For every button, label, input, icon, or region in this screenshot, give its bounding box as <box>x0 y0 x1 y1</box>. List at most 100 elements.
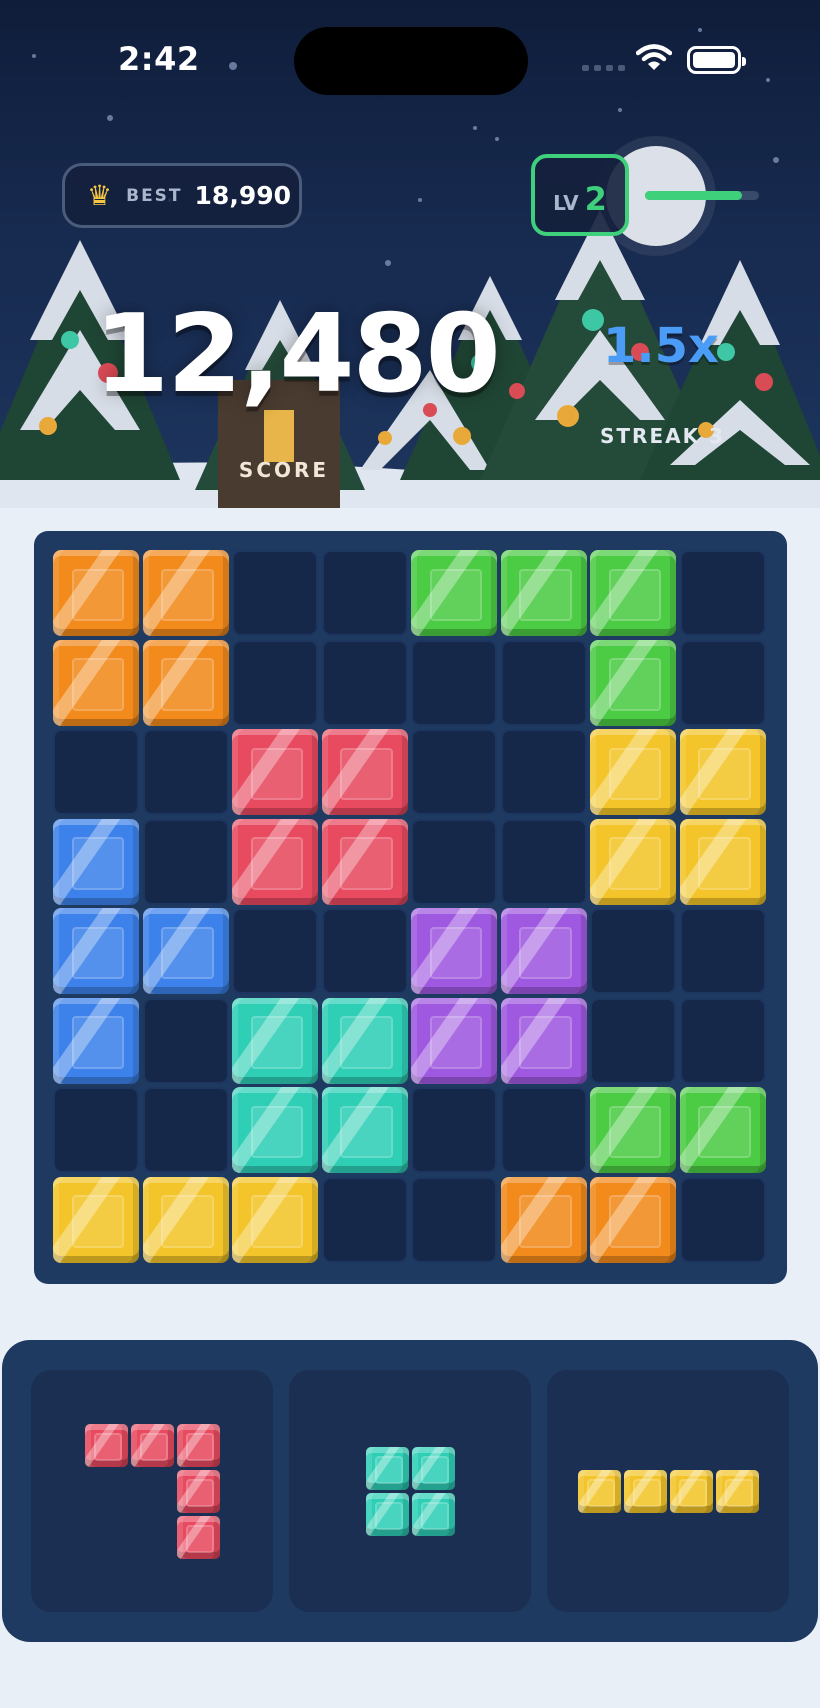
status-time: 2:42 <box>118 40 200 78</box>
yellow-line-piece[interactable] <box>577 1469 759 1513</box>
board-cell-empty <box>500 729 587 815</box>
board-block-yellow <box>142 1176 229 1263</box>
level-progress-fill <box>645 191 742 200</box>
board-block-red <box>321 818 408 905</box>
piece-block <box>176 1469 220 1513</box>
board-block-purple <box>500 908 587 994</box>
board-block-orange <box>53 639 139 726</box>
board-cell-empty <box>500 818 587 905</box>
board-block-blue <box>53 818 139 905</box>
board-cell-empty <box>232 550 318 636</box>
combo-multiplier: 1.5x <box>603 318 719 374</box>
board-block-purple <box>411 997 497 1084</box>
board-cell-empty <box>411 1176 497 1263</box>
board-cell-empty <box>411 729 497 815</box>
board-block-orange <box>590 1176 676 1263</box>
crown-icon: ♛ <box>87 179 113 212</box>
header-scene: 2:42 ♛ BEST 18,990 LV 2 12,480 SCORE 1.5… <box>0 0 820 508</box>
piece-slot-1[interactable] <box>31 1370 273 1612</box>
piece-block <box>715 1469 759 1513</box>
piece-block <box>411 1446 455 1490</box>
piece-block <box>84 1423 128 1467</box>
score-label: SCORE <box>238 458 330 482</box>
board-block-red <box>232 729 318 815</box>
board-cell-empty <box>411 818 497 905</box>
board-block-blue <box>142 908 229 994</box>
board-cell-empty <box>590 997 676 1084</box>
board-cell-empty <box>321 908 408 994</box>
streak-counter: STREAK 3 <box>600 424 725 448</box>
best-label: BEST <box>126 185 183 206</box>
board-block-purple <box>500 997 587 1084</box>
board-block-yellow <box>53 1176 139 1263</box>
board-cell-empty <box>679 1176 766 1263</box>
board-cell-empty <box>500 639 587 726</box>
board-block-yellow <box>679 818 766 905</box>
red-j-piece[interactable] <box>84 1423 220 1559</box>
board-block-yellow <box>232 1176 318 1263</box>
board-cell-empty <box>232 908 318 994</box>
piece-block <box>176 1423 220 1467</box>
piece-block <box>176 1515 220 1559</box>
board-block-green <box>590 639 676 726</box>
board-cell-empty <box>53 1087 139 1173</box>
board-cell-empty <box>142 1087 229 1173</box>
level-label: LV <box>553 191 579 215</box>
board-block-teal <box>232 997 318 1084</box>
board-cell-empty <box>500 1087 587 1173</box>
board-block-yellow <box>679 729 766 815</box>
piece-block <box>623 1469 667 1513</box>
level-progress-bar <box>645 191 759 200</box>
dynamic-island <box>294 27 528 95</box>
board-block-green <box>500 550 587 636</box>
board-cell-empty <box>142 997 229 1084</box>
best-score-value: 18,990 <box>194 181 292 210</box>
board-block-green <box>590 550 676 636</box>
board-block-blue <box>53 908 139 994</box>
board-block-orange <box>142 550 229 636</box>
board-block-teal <box>321 997 408 1084</box>
teal-square-piece[interactable] <box>365 1446 455 1536</box>
board-block-orange <box>142 639 229 726</box>
board-block-red <box>232 818 318 905</box>
board-block-teal <box>232 1087 318 1173</box>
board-block-teal <box>321 1087 408 1173</box>
level-value: 2 <box>584 180 607 218</box>
current-score: 12,480 <box>94 292 501 417</box>
piece-slot-2[interactable] <box>289 1370 531 1612</box>
piece-block <box>669 1469 713 1513</box>
board-cell-empty <box>53 729 139 815</box>
board-block-orange <box>53 550 139 636</box>
board-block-yellow <box>590 729 676 815</box>
cellular-signal-icon <box>582 65 625 71</box>
board-block-purple <box>411 908 497 994</box>
piece-block <box>130 1423 174 1467</box>
board-block-green <box>590 1087 676 1173</box>
piece-block <box>577 1469 621 1513</box>
board-cell-empty <box>411 1087 497 1173</box>
piece-block <box>365 1492 409 1536</box>
piece-tray <box>2 1340 818 1642</box>
board-block-yellow <box>590 818 676 905</box>
board-block-blue <box>53 997 139 1084</box>
board-cell-empty <box>142 729 229 815</box>
board-block-orange <box>500 1176 587 1263</box>
board-block-green <box>679 1087 766 1173</box>
piece-block <box>411 1492 455 1536</box>
game-board[interactable] <box>34 531 787 1284</box>
board-cell-empty <box>321 639 408 726</box>
board-cell-empty <box>321 550 408 636</box>
board-cell-empty <box>232 639 318 726</box>
board-cell-empty <box>590 908 676 994</box>
board-cell-empty <box>679 639 766 726</box>
wifi-icon <box>636 44 672 70</box>
board-cell-empty <box>321 1176 408 1263</box>
board-cell-empty <box>142 818 229 905</box>
battery-icon <box>687 46 746 74</box>
piece-slot-3[interactable] <box>547 1370 789 1612</box>
best-score-badge: ♛ BEST 18,990 <box>62 163 302 228</box>
board-cell-empty <box>679 908 766 994</box>
board-cell-empty <box>679 997 766 1084</box>
board-block-green <box>411 550 497 636</box>
board-cell-empty <box>411 639 497 726</box>
